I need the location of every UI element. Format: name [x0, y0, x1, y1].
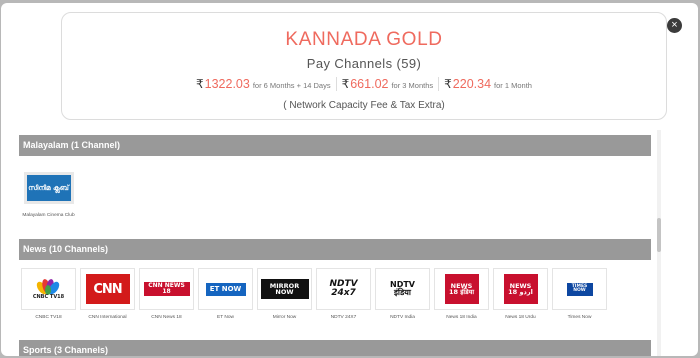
close-icon: ×	[671, 19, 678, 31]
channel-name: News 18 Urdu	[505, 315, 536, 320]
news18-urdu-logo-text: NEWS 18 اردو	[508, 281, 533, 296]
cnn-news18-logo-text: CNN NEWS 18	[148, 282, 185, 295]
channel-logo: NEWS 18 اردو	[493, 268, 548, 310]
channel-logo: MIRROR NOW	[257, 268, 312, 310]
rupee-icon: ₹	[444, 77, 452, 91]
scrollbar[interactable]	[657, 130, 661, 356]
channel-name: Mirror Now	[272, 315, 297, 320]
channel-tile[interactable]: NDTV इंडिया NDTV India	[373, 268, 432, 320]
channel-logo: NDTV इंडिया	[375, 268, 430, 310]
channel-tile[interactable]: CNBC TV18 CNBC TV18	[19, 268, 78, 320]
price-period: for 1 Month	[494, 81, 532, 90]
tax-note: ( Network Capacity Fee & Tax Extra)	[283, 100, 445, 111]
channel-name: CNN News 18	[151, 315, 182, 320]
price-period: for 6 Months + 14 Days	[252, 81, 331, 90]
ndtv-24x7-logo-text: NDTV 24x7	[329, 279, 358, 298]
channel-name: News 18 India	[446, 315, 477, 320]
channel-tile[interactable]: സിനിമ ക്ലബ് Malayalam Cinema Club	[19, 168, 78, 218]
channel-logo: CNN NEWS 18	[139, 268, 194, 310]
channel-tile[interactable]: CNN CNN International	[78, 268, 137, 320]
channel-tile[interactable]: TIMES NOW Times Now	[550, 268, 609, 320]
channel-tile[interactable]: CNN NEWS 18 CNN News 18	[137, 268, 196, 320]
channel-logo: NDTV 24x7	[316, 268, 371, 310]
rupee-icon: ₹	[196, 77, 204, 91]
times-now-logo-text: TIMES NOW	[571, 283, 588, 293]
price-amount: 220.34	[452, 77, 492, 91]
package-summary-card: KANNADA GOLD Pay Channels (59) ₹ 1322.03…	[61, 12, 667, 120]
section-header-sports[interactable]: Sports (3 Channels)	[19, 340, 651, 356]
news18-india-logo-text: NEWS 18 इंडिया	[448, 281, 475, 296]
channel-logo: TIMES NOW	[552, 268, 607, 310]
package-title: KANNADA GOLD	[285, 29, 443, 50]
section-header-malayalam[interactable]: Malayalam (1 Channel)	[19, 135, 651, 156]
channel-tile[interactable]: ET NOW ET Now	[196, 268, 255, 320]
channel-name: Times Now	[567, 315, 592, 320]
channel-logo: CNBC TV18	[21, 268, 76, 310]
rupee-icon: ₹	[341, 77, 350, 91]
scrollbar-thumb[interactable]	[657, 218, 661, 252]
price-option-3-months[interactable]: ₹ 661.02 for 3 Months	[335, 77, 439, 91]
malayalam-cinema-club-logo: സിനിമ ക്ലബ്	[28, 183, 69, 192]
close-button[interactable]: ×	[667, 18, 682, 33]
ndtv-india-logo-text: NDTV इंडिया	[390, 280, 415, 297]
channel-logo: NEWS 18 इंडिया	[434, 268, 489, 310]
package-modal: KANNADA GOLD Pay Channels (59) ₹ 1322.03…	[1, 3, 698, 356]
channel-tile[interactable]: NEWS 18 इंडिया News 18 India	[432, 268, 491, 320]
cnbc-logo-text: CNBC TV18	[32, 293, 65, 300]
price-period: for 3 Months	[391, 81, 434, 90]
et-now-logo-text: ET NOW	[209, 284, 242, 293]
price-amount: 1322.03	[204, 77, 250, 91]
channel-list[interactable]: Malayalam (1 Channel) സിനിമ ക്ലബ് Malaya…	[19, 130, 655, 356]
channel-name: Malayalam Cinema Club	[22, 213, 75, 218]
channel-row-malayalam: സിനിമ ക്ലബ് Malayalam Cinema Club	[19, 168, 78, 218]
channel-name: CNBC TV18	[35, 315, 62, 320]
section-header-news[interactable]: News (10 Channels)	[19, 239, 651, 260]
channel-name: CNN International	[88, 315, 127, 320]
channel-logo: സിനിമ ക്ലബ്	[22, 168, 75, 208]
price-option-1-month[interactable]: ₹ 220.34 for 1 Month	[438, 77, 537, 91]
peacock-icon	[37, 278, 60, 295]
channel-logo: CNN	[80, 268, 135, 310]
channel-row-news: CNBC TV18 CNBC TV18 CNN CNN Internationa…	[19, 268, 609, 320]
cnn-logo-text: CNN	[93, 281, 122, 297]
channel-name: ET Now	[217, 315, 234, 320]
price-amount: 661.02	[350, 77, 389, 91]
price-option-6-months[interactable]: ₹ 1322.03 for 6 Months + 14 Days	[191, 77, 336, 91]
mirror-now-logo-text: MIRROR NOW	[269, 281, 300, 296]
channel-name: NDTV India	[390, 315, 415, 320]
channel-tile[interactable]: NDTV 24x7 NDTV 24X7	[314, 268, 373, 320]
package-subtitle: Pay Channels (59)	[306, 56, 422, 71]
channel-tile[interactable]: NEWS 18 اردو News 18 Urdu	[491, 268, 550, 320]
price-options: ₹ 1322.03 for 6 Months + 14 Days ₹ 661.0…	[62, 77, 666, 91]
channel-logo: ET NOW	[198, 268, 253, 310]
channel-tile[interactable]: MIRROR NOW Mirror Now	[255, 268, 314, 320]
channel-name: NDTV 24X7	[330, 315, 357, 320]
